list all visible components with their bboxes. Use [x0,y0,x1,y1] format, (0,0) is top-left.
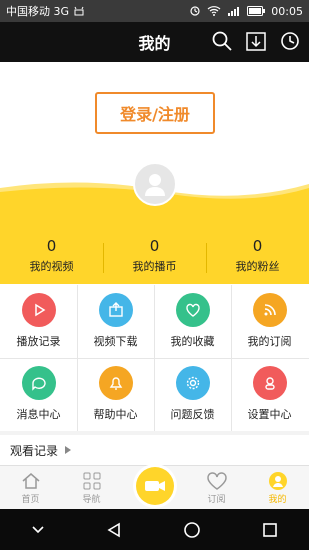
heart-outline-icon [186,470,247,492]
back-icon[interactable] [106,522,122,538]
header-actions [211,30,301,52]
stat-label: 我的粉丝 [235,260,280,273]
grid-label: 我的订阅 [247,335,292,348]
alarm-icon [189,5,201,17]
stat-value: 0 [149,237,160,255]
grid-divider-col [231,285,232,431]
grid-play-history[interactable]: 播放记录 [0,285,77,358]
stat-my-fans[interactable]: 0 我的粉丝 [206,237,309,274]
grid-video-download[interactable]: 视频下载 [77,285,154,358]
gear-icon [175,366,210,400]
stat-value: 0 [252,237,263,255]
camera-icon [145,481,165,491]
grid-help-center[interactable]: 帮助中心 [77,358,154,431]
rss-icon [252,293,287,327]
time-text: 00:05 [271,4,303,18]
grid-my-subscriptions[interactable]: 我的订阅 [231,285,308,358]
tab-navigation[interactable]: 导航 [61,470,122,510]
stat-divider [206,243,207,273]
stat-my-videos[interactable]: 0 我的视频 [0,237,103,274]
tab-label: 订阅 [207,495,226,505]
tab-label: 我的 [268,495,287,505]
bell-icon [98,366,133,400]
battery-icon [247,6,266,16]
stat-my-coins[interactable]: 0 我的播币 [103,237,206,274]
grid-label: 视频下载 [93,335,138,348]
clock-icon[interactable] [279,30,301,52]
carrier-text: 中国移动 3G [6,5,70,18]
page-title: 我的 [138,34,171,53]
tab-record-button[interactable] [136,467,174,505]
tab-label: 导航 [82,495,101,505]
android-icon [73,6,85,16]
grid-feedback[interactable]: 问题反馈 [154,358,231,431]
triangle-right-icon [64,446,72,454]
profile-icon [247,470,308,492]
tab-mine[interactable]: 我的 [247,470,308,510]
search-icon[interactable] [211,30,233,52]
system-nav-bar [0,509,309,550]
status-right: 00:05 [189,5,303,18]
stats-bar: 0 我的视频 0 我的播币 0 我的粉丝 [0,207,309,284]
signal-icon [227,5,241,17]
watch-history-row[interactable]: 观看记录 [0,431,309,465]
grid-message-center[interactable]: 消息中心 [0,358,77,431]
user-icon [252,366,287,400]
home-circle-icon[interactable] [183,521,201,539]
tab-subscribe[interactable]: 订阅 [186,470,247,510]
tab-label: 首页 [21,495,40,505]
watch-history-label: 观看记录 [10,443,59,458]
play-icon [21,293,56,327]
status-bar: 中国移动 3G 00:05 [0,0,309,22]
grid-label: 帮助中心 [93,408,138,421]
status-left: 中国移动 3G [6,3,85,19]
upload-icon [98,293,133,327]
wifi-icon [207,5,221,17]
tab-home[interactable]: 首页 [0,470,61,510]
grid-label: 消息中心 [16,408,61,421]
grid-label: 播放记录 [16,335,61,348]
grid-divider-col [77,285,78,431]
grid-label: 问题反馈 [170,408,215,421]
grid-label: 我的收藏 [170,335,215,348]
avatar[interactable] [133,162,177,206]
stat-value: 0 [46,237,57,255]
grid-settings-center[interactable]: 设置中心 [231,358,308,431]
profile-placeholder-icon [145,174,165,196]
grid-label: 设置中心 [247,408,292,421]
login-register-button[interactable]: 登录/注册 [95,92,215,134]
grid-my-favorites[interactable]: 我的收藏 [154,285,231,358]
recents-icon[interactable] [262,522,278,538]
home-icon [0,470,61,492]
grid-icon [61,470,122,492]
download-icon[interactable] [245,30,267,52]
chat-icon [21,366,56,400]
stat-divider [103,243,104,273]
page-header: 我的 [0,22,309,62]
chevron-down-icon[interactable] [31,525,45,535]
stat-label: 我的播币 [132,260,177,273]
heart-icon [175,293,210,327]
grid-divider-col [154,285,155,431]
stat-label: 我的视频 [29,260,74,273]
